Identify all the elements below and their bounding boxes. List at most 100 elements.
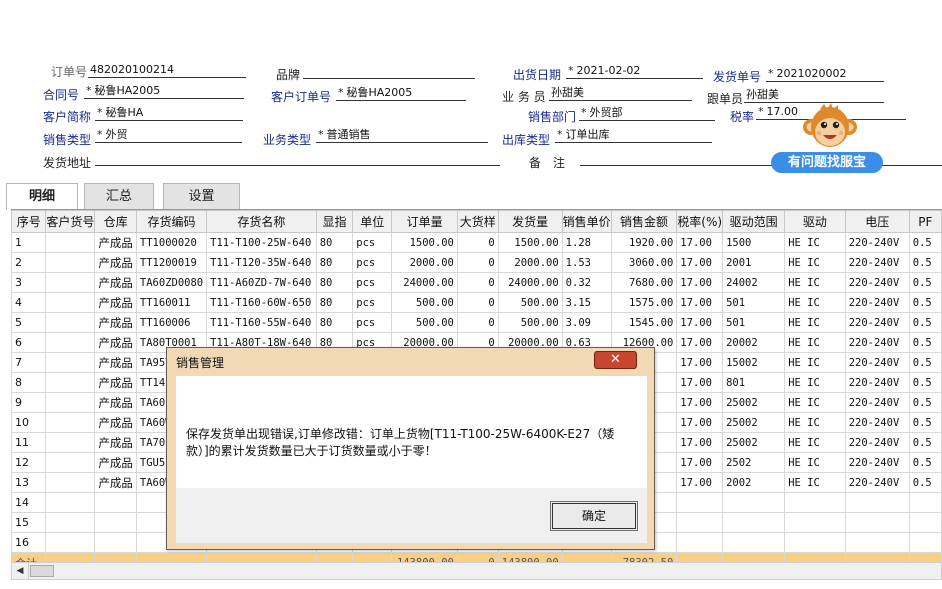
table-cell[interactable]: 0.32 [561, 272, 612, 293]
table-cell[interactable]: 8 [11, 372, 47, 393]
table-cell[interactable]: HE IC [784, 392, 846, 413]
table-cell[interactable]: 2000.00 [497, 252, 563, 273]
table-cell[interactable]: 1920.00 [610, 232, 678, 253]
table-cell[interactable]: 17.00 [676, 372, 724, 393]
column-header[interactable]: 驱动范围 [722, 210, 786, 233]
table-cell[interactable]: HE IC [784, 252, 846, 273]
table-cell[interactable]: 17.00 [676, 292, 724, 313]
table-cell[interactable]: 220-240V [844, 252, 910, 273]
table-cell[interactable]: HE IC [784, 432, 846, 453]
table-cell[interactable] [45, 352, 96, 373]
table-cell[interactable]: 0.5 [908, 312, 942, 333]
table-cell[interactable] [784, 512, 846, 533]
table-cell[interactable]: 14 [11, 492, 47, 513]
table-cell[interactable]: 17.00 [676, 432, 724, 453]
column-header[interactable]: PF [908, 210, 942, 233]
tab-settings[interactable]: 设置 [163, 183, 240, 209]
table-cell[interactable]: 11 [11, 432, 47, 453]
ok-button[interactable]: 确定 [550, 501, 638, 531]
table-cell[interactable] [45, 232, 96, 253]
table-cell[interactable]: pcs [352, 252, 393, 273]
table-cell[interactable]: 产成品 [94, 332, 137, 353]
table-cell[interactable]: 15 [11, 512, 47, 533]
table-cell[interactable]: pcs [352, 272, 393, 293]
table-cell[interactable]: HE IC [784, 312, 846, 333]
table-cell[interactable]: 1 [11, 232, 47, 253]
column-header[interactable]: 销售金额 [610, 210, 678, 233]
table-cell[interactable]: T11-T160-60W-650 [206, 292, 317, 313]
table-cell[interactable]: T11-T120-35W-640 [206, 252, 317, 273]
table-cell[interactable]: 10 [11, 412, 47, 433]
table-cell[interactable]: T11-A60ZD-7W-640 [206, 272, 317, 293]
table-cell[interactable]: 24000.00 [391, 272, 458, 293]
table-cell[interactable]: 0 [456, 272, 499, 293]
column-header[interactable]: 电压 [844, 210, 910, 233]
table-cell[interactable]: 17.00 [676, 412, 724, 433]
sales-dept-field[interactable]: * 外贸部 [579, 105, 715, 121]
table-cell[interactable] [45, 492, 96, 513]
table-cell[interactable] [676, 532, 724, 553]
scroll-left-arrow-icon[interactable]: ◀ [12, 563, 29, 579]
table-cell[interactable] [844, 492, 910, 513]
table-cell[interactable]: 2002 [722, 472, 786, 493]
table-cell[interactable]: 500.00 [497, 312, 563, 333]
help-button[interactable]: 有问题找服宝 [771, 152, 883, 173]
table-cell[interactable]: 9 [11, 392, 47, 413]
table-cell[interactable]: 6 [11, 332, 47, 353]
table-cell[interactable]: 25002 [722, 432, 786, 453]
table-cell[interactable]: 2000.00 [391, 252, 458, 273]
table-cell[interactable]: 17.00 [676, 392, 724, 413]
table-cell[interactable] [784, 492, 846, 513]
table-cell[interactable]: TT160006 [135, 312, 208, 333]
ship-address-field[interactable] [95, 150, 500, 166]
table-cell[interactable] [45, 512, 96, 533]
table-row[interactable]: 4 产成品 TT160011 T11-T160-60W-650 80 pcs 500.00 0… [11, 292, 942, 313]
table-cell[interactable]: 13 [11, 472, 47, 493]
table-cell[interactable]: 220-240V [844, 412, 910, 433]
table-cell[interactable] [844, 532, 910, 553]
table-cell[interactable]: 1575.00 [610, 292, 678, 313]
table-cell[interactable]: 220-240V [844, 352, 910, 373]
table-cell[interactable]: 220-240V [844, 292, 910, 313]
table-cell[interactable]: HE IC [784, 232, 846, 253]
table-cell[interactable] [722, 532, 786, 553]
table-cell[interactable]: 15002 [722, 352, 786, 373]
close-icon[interactable]: ✕ [594, 351, 637, 369]
table-cell[interactable] [676, 512, 724, 533]
table-cell[interactable]: 24000.00 [497, 272, 563, 293]
table-cell[interactable] [45, 452, 96, 473]
table-cell[interactable]: 25002 [722, 392, 786, 413]
table-cell[interactable] [94, 532, 137, 553]
table-cell[interactable] [722, 492, 786, 513]
column-header[interactable]: 驱动 [784, 210, 846, 233]
table-row[interactable]: 5 产成品 TT160006 T11-T160-55W-640 80 pcs 500.00 0… [11, 312, 942, 333]
table-cell[interactable]: 0.5 [908, 272, 942, 293]
table-cell[interactable] [908, 492, 942, 513]
table-row[interactable]: 2 产成品 TT1200019 T11-T120-35W-640 80 pcs 2000.0… [11, 252, 942, 273]
table-row[interactable]: 3 产成品 TA60ZD0080 T11-A60ZD-7W-640 80 pcs 24000… [11, 272, 942, 293]
tab-detail[interactable]: 明细 [6, 183, 78, 210]
table-cell[interactable]: 0.5 [908, 372, 942, 393]
table-cell[interactable]: 产成品 [94, 352, 137, 373]
table-cell[interactable]: 2001 [722, 252, 786, 273]
table-cell[interactable]: 7680.00 [610, 272, 678, 293]
table-cell[interactable]: 产成品 [94, 292, 137, 313]
table-cell[interactable]: 1.53 [561, 252, 612, 273]
table-cell[interactable]: 24002 [722, 272, 786, 293]
column-header[interactable]: 存货名称 [206, 210, 317, 233]
outbound-type-field[interactable]: * 订单出库 [555, 127, 712, 143]
table-cell[interactable]: 产成品 [94, 272, 137, 293]
table-cell[interactable]: 20002 [722, 332, 786, 353]
table-cell[interactable]: 0 [456, 312, 499, 333]
table-cell[interactable]: HE IC [784, 352, 846, 373]
table-cell[interactable]: 0.5 [908, 472, 942, 493]
table-cell[interactable]: 17.00 [676, 472, 724, 493]
table-cell[interactable] [722, 512, 786, 533]
column-header[interactable]: 大货样 [456, 210, 499, 233]
table-cell[interactable]: 产成品 [94, 372, 137, 393]
table-cell[interactable]: 220-240V [844, 332, 910, 353]
table-cell[interactable] [45, 332, 96, 353]
column-header[interactable]: 存货编码 [135, 210, 208, 233]
table-cell[interactable]: 3060.00 [610, 252, 678, 273]
column-header[interactable]: 序号 [11, 210, 47, 233]
